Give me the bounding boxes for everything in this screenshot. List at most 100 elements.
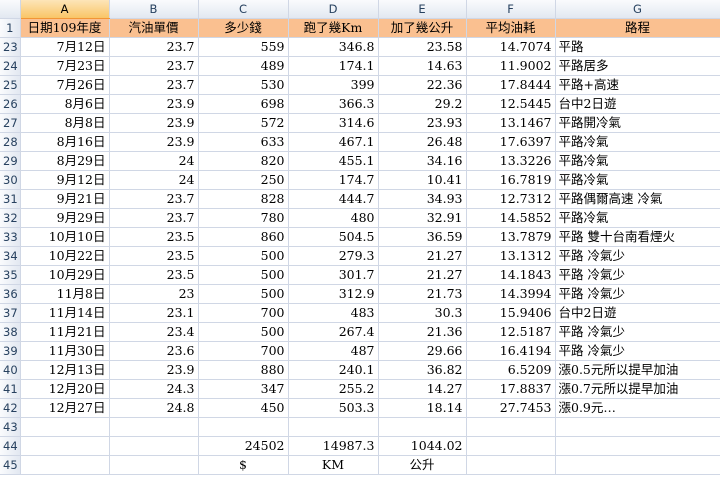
cell-price[interactable]: 23.7 (109, 189, 199, 210)
cell-cost[interactable]: 572 (198, 113, 289, 134)
cell-price[interactable]: 23.9 (109, 113, 199, 134)
column-header-d[interactable]: D (288, 0, 379, 20)
cell-route[interactable]: 平路開冷氣 (555, 113, 720, 134)
row-header[interactable]: 28 (0, 132, 21, 153)
empty-cell[interactable] (109, 417, 199, 438)
cell-avg[interactable]: 15.9406 (466, 303, 556, 324)
cell-route[interactable]: 平路冷氣 (555, 132, 720, 153)
cell-date[interactable]: 7月26日 (20, 75, 110, 96)
cell-km[interactable]: 279.3 (288, 246, 379, 267)
cell-price[interactable]: 23.7 (109, 208, 199, 229)
cell-liters[interactable]: 23.58 (378, 37, 467, 58)
header-cell-cost[interactable]: 多少錢 (198, 18, 289, 39)
cell-price[interactable]: 23.7 (109, 37, 199, 58)
cell-date[interactable]: 7月12日 (20, 37, 110, 58)
cell-route[interactable]: 台中2日遊 (555, 303, 720, 324)
cell-liters[interactable]: 29.2 (378, 94, 467, 115)
cell-price[interactable]: 23.5 (109, 227, 199, 248)
cell-date[interactable]: 9月29日 (20, 208, 110, 229)
cell-route[interactable]: 漲0.5元所以提早加油 (555, 360, 720, 381)
cell-liters[interactable]: 10.41 (378, 170, 467, 191)
cell-avg[interactable]: 16.7819 (466, 170, 556, 191)
row-header[interactable]: 44 (0, 436, 21, 457)
cell-route[interactable]: 平路冷氣 (555, 208, 720, 229)
cell-km[interactable]: 483 (288, 303, 379, 324)
cell-price[interactable]: 23.7 (109, 56, 199, 77)
cell-km[interactable]: 366.3 (288, 94, 379, 115)
column-header-e[interactable]: E (378, 0, 467, 20)
cell-price[interactable]: 24 (109, 170, 199, 191)
cell-km[interactable]: 314.6 (288, 113, 379, 134)
total-liters-cell[interactable]: 1044.02 (378, 436, 467, 457)
cell-cost[interactable]: 700 (198, 341, 289, 362)
cell-cost[interactable]: 559 (198, 37, 289, 58)
cell-liters[interactable]: 14.63 (378, 56, 467, 77)
cell-avg[interactable]: 14.3994 (466, 284, 556, 305)
cell-km[interactable]: 312.9 (288, 284, 379, 305)
cell-cost[interactable]: 250 (198, 170, 289, 191)
cell-liters[interactable]: 34.16 (378, 151, 467, 172)
cell-cost[interactable]: 347 (198, 379, 289, 400)
cell-route[interactable]: 台中2日遊 (555, 94, 720, 115)
column-header-g[interactable]: G (555, 0, 720, 20)
cell-liters[interactable]: 21.73 (378, 284, 467, 305)
row-header[interactable]: 40 (0, 360, 21, 381)
row-header[interactable]: 42 (0, 398, 21, 419)
cell-avg[interactable]: 17.8444 (466, 75, 556, 96)
cell-cost[interactable]: 880 (198, 360, 289, 381)
column-header-b[interactable]: B (109, 0, 199, 20)
row-header[interactable]: 43 (0, 417, 21, 438)
row-header[interactable]: 38 (0, 322, 21, 343)
header-cell-liters[interactable]: 加了幾公升 (378, 18, 467, 39)
cell-cost[interactable]: 780 (198, 208, 289, 229)
cell-price[interactable]: 24 (109, 151, 199, 172)
cell-avg[interactable]: 14.1843 (466, 265, 556, 286)
row-header[interactable]: 26 (0, 94, 21, 115)
cell-cost[interactable]: 820 (198, 151, 289, 172)
cell-avg[interactable]: 13.1467 (466, 113, 556, 134)
cell-avg[interactable]: 13.7879 (466, 227, 556, 248)
header-cell-price[interactable]: 汽油單價 (109, 18, 199, 39)
cell-liters[interactable]: 36.59 (378, 227, 467, 248)
row-header[interactable]: 34 (0, 246, 21, 267)
cell-route[interactable]: 平路冷氣 (555, 151, 720, 172)
cell-price[interactable]: 23.1 (109, 303, 199, 324)
cell-date[interactable]: 11月14日 (20, 303, 110, 324)
row-header[interactable]: 33 (0, 227, 21, 248)
row-header[interactable]: 41 (0, 379, 21, 400)
total-cost-cell[interactable]: 24502 (198, 436, 289, 457)
cell-avg[interactable]: 13.3226 (466, 151, 556, 172)
cell-avg[interactable]: 12.5187 (466, 322, 556, 343)
cell-avg[interactable]: 12.7312 (466, 189, 556, 210)
cell-route[interactable]: 漲0.9元… (555, 398, 720, 419)
cell-liters[interactable]: 21.27 (378, 265, 467, 286)
unit-cost-cell[interactable]: $ (198, 455, 289, 476)
row-header[interactable]: 39 (0, 341, 21, 362)
cell-km[interactable]: 480 (288, 208, 379, 229)
empty-cell[interactable] (555, 417, 720, 438)
empty-cell[interactable] (20, 417, 110, 438)
cell-km[interactable]: 503.3 (288, 398, 379, 419)
cell-cost[interactable]: 700 (198, 303, 289, 324)
header-cell-km[interactable]: 跑了幾Km (288, 18, 379, 39)
cell-liters[interactable]: 30.3 (378, 303, 467, 324)
empty-cell[interactable] (288, 417, 379, 438)
cell-date[interactable]: 10月22日 (20, 246, 110, 267)
cell-date[interactable]: 8月16日 (20, 132, 110, 153)
row-header[interactable]: 31 (0, 189, 21, 210)
cell-date[interactable]: 8月6日 (20, 94, 110, 115)
row-header[interactable]: 37 (0, 303, 21, 324)
total-km-cell[interactable]: 14987.3 (288, 436, 379, 457)
row-header[interactable]: 1 (0, 18, 21, 39)
cell-km[interactable]: 444.7 (288, 189, 379, 210)
cell-cost[interactable]: 698 (198, 94, 289, 115)
header-cell-route[interactable]: 路程 (555, 18, 720, 39)
cell-route[interactable]: 平路居多 (555, 56, 720, 77)
cell-price[interactable]: 23.5 (109, 265, 199, 286)
row-header[interactable]: 29 (0, 151, 21, 172)
row-header[interactable]: 32 (0, 208, 21, 229)
cell-date[interactable]: 8月8日 (20, 113, 110, 134)
row-header[interactable]: 36 (0, 284, 21, 305)
header-cell-avg[interactable]: 平均油耗 (466, 18, 556, 39)
cell-liters[interactable]: 21.36 (378, 322, 467, 343)
